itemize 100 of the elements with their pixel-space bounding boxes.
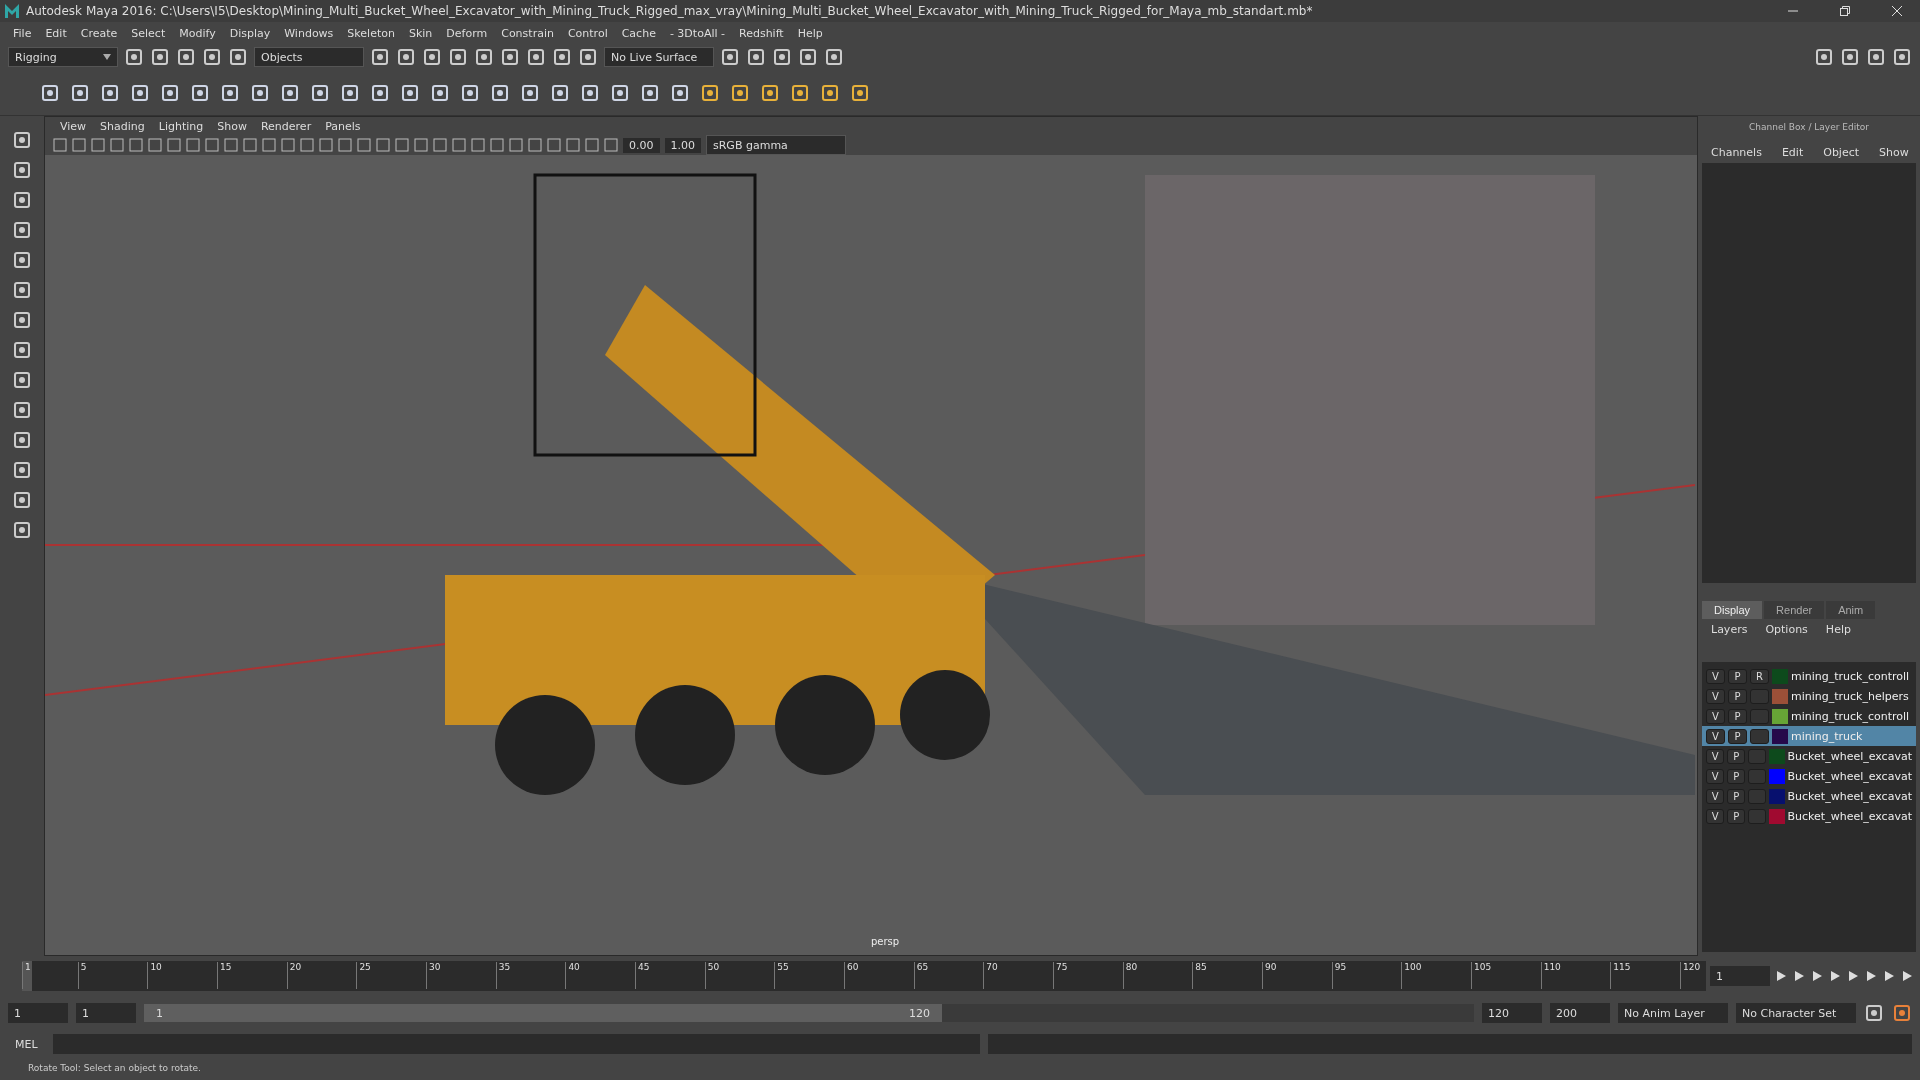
layer-row[interactable]: V P Bucket_wheel_excavat: [1702, 806, 1916, 826]
range-slider[interactable]: 1 120: [144, 1004, 942, 1022]
menu-item[interactable]: Skin: [401, 26, 440, 40]
visibility-toggle[interactable]: V: [1706, 728, 1725, 744]
viewport-menu-item[interactable]: View: [53, 119, 94, 133]
command-input[interactable]: [52, 1034, 981, 1054]
playback-toggle[interactable]: P: [1727, 808, 1746, 824]
layer-editor-tab[interactable]: Anim: [1826, 601, 1876, 619]
layer-row[interactable]: V P Bucket_wheel_excavat: [1702, 766, 1916, 786]
layer-name: Bucket_wheel_excavat: [1787, 809, 1912, 823]
playback-toggle[interactable]: P: [1728, 708, 1747, 724]
layer-row[interactable]: V P mining_truck_helpers: [1702, 686, 1916, 706]
caret-icon: [103, 54, 111, 60]
visibility-toggle[interactable]: V: [1706, 668, 1725, 684]
visibility-toggle[interactable]: V: [1706, 768, 1725, 784]
channel-box-menu-item[interactable]: Edit: [1774, 146, 1811, 159]
viewport-menu-item[interactable]: Panels: [318, 119, 368, 133]
mode-dropdown[interactable]: Rigging: [8, 47, 118, 67]
playback-end-field[interactable]: 120: [1482, 1003, 1542, 1023]
playback-control-icon[interactable]: [1792, 969, 1806, 983]
playback-toggle[interactable]: P: [1728, 668, 1747, 684]
menu-item[interactable]: Skeleton: [340, 26, 402, 40]
layer-row[interactable]: V P R mining_truck_controll: [1702, 666, 1916, 686]
viewport-menu-item[interactable]: Show: [210, 119, 254, 133]
layer-color-swatch[interactable]: [1769, 808, 1785, 824]
menu-item[interactable]: Constrain: [494, 26, 561, 40]
menu-item[interactable]: Edit: [38, 26, 74, 40]
range-slider-track[interactable]: 1 120: [144, 1004, 1474, 1022]
layer-editor-tab[interactable]: Render: [1764, 601, 1825, 619]
layer-color-swatch[interactable]: [1772, 668, 1788, 684]
gamma-field[interactable]: 1.00: [664, 137, 701, 153]
reference-toggle[interactable]: [1750, 728, 1769, 744]
close-icon: [1892, 6, 1902, 16]
layer-color-swatch[interactable]: [1772, 688, 1788, 704]
viewport-menu-item[interactable]: Renderer: [253, 119, 319, 133]
live-surface-field[interactable]: No Live Surface: [604, 47, 714, 67]
menu-item[interactable]: Select: [124, 26, 173, 40]
end-frame-field[interactable]: 200: [1550, 1003, 1610, 1023]
playback-control-icon[interactable]: [1774, 969, 1788, 983]
menu-item[interactable]: Cache: [614, 26, 663, 40]
visibility-toggle[interactable]: V: [1706, 808, 1725, 824]
visibility-toggle[interactable]: V: [1706, 748, 1725, 764]
menu-item[interactable]: Help: [790, 26, 830, 40]
visibility-toggle[interactable]: V: [1706, 708, 1725, 724]
playback-toggle[interactable]: P: [1727, 748, 1746, 764]
layer-row[interactable]: V P Bucket_wheel_excavat: [1702, 786, 1916, 806]
visibility-toggle[interactable]: V: [1706, 788, 1725, 804]
playback-control-icon[interactable]: [1810, 969, 1824, 983]
menu-item[interactable]: File: [6, 26, 39, 40]
menu-item[interactable]: Deform: [439, 26, 495, 40]
viewport-menu-item[interactable]: Shading: [93, 119, 152, 133]
layer-color-swatch[interactable]: [1772, 708, 1788, 724]
start-frame-field[interactable]: 1: [8, 1003, 68, 1023]
viewport-menu-item[interactable]: Lighting: [151, 119, 211, 133]
playback-control-icon[interactable]: [1864, 969, 1878, 983]
menu-item[interactable]: - 3DtoAll -: [662, 26, 732, 40]
playback-control-icon[interactable]: [1882, 969, 1896, 983]
layer-row[interactable]: V P Bucket_wheel_excavat: [1702, 746, 1916, 766]
time-slider[interactable]: 1 5 10 15 20 25 30 35 40 45 50 55 60 65 70 75 80 85 90 95 100 105 110 115 120: [22, 961, 1706, 991]
layer-menu-item[interactable]: Layers: [1704, 623, 1755, 636]
playback-toggle[interactable]: P: [1728, 728, 1747, 744]
layer-row[interactable]: V P mining_truck: [1702, 726, 1916, 746]
anim-layer-field[interactable]: No Anim Layer: [1618, 1003, 1728, 1023]
menu-item[interactable]: Modify: [172, 26, 223, 40]
layer-row[interactable]: V P mining_truck_controll: [1702, 706, 1916, 726]
frame-tick-label: 85: [1192, 962, 1207, 989]
exposure-field[interactable]: 0.00: [623, 137, 660, 153]
playback-toggle[interactable]: P: [1727, 768, 1746, 784]
channel-box-menu-item[interactable]: Show: [1872, 146, 1916, 159]
layer-color-swatch[interactable]: [1769, 788, 1785, 804]
channel-box-menu-item[interactable]: Channels: [1704, 146, 1769, 159]
window-title: Autodesk Maya 2016: C:\Users\I5\Desktop\Mining_Multi_Bucket_Wheel_Excavator_with_Mining_Truck_Rigged_max_vray\Mining_Multi_Bucket_Wheel_Excavator_with_Mining_Truck_Rigged_for_Maya_mb_standart.mb*: [26, 4, 1314, 18]
menu-item[interactable]: Windows: [277, 26, 341, 40]
selection-mode-field[interactable]: Objects: [254, 47, 364, 67]
layer-color-swatch[interactable]: [1772, 728, 1788, 744]
reference-toggle[interactable]: R: [1750, 668, 1769, 684]
color-space-dropdown[interactable]: sRGB gamma: [706, 135, 846, 155]
command-language-label[interactable]: MEL: [8, 1037, 45, 1051]
character-set-field[interactable]: No Character Set: [1736, 1003, 1856, 1023]
menu-item[interactable]: Create: [73, 26, 125, 40]
visibility-toggle[interactable]: V: [1706, 688, 1725, 704]
playback-start-field[interactable]: 1: [76, 1003, 136, 1023]
frame-tick-label: 25: [356, 962, 371, 989]
layer-menu-item[interactable]: Options: [1758, 623, 1815, 636]
channel-box-menu-item[interactable]: Object: [1816, 146, 1867, 159]
layer-menu-item[interactable]: Help: [1818, 623, 1858, 636]
playback-toggle[interactable]: P: [1728, 688, 1747, 704]
layer-color-swatch[interactable]: [1769, 748, 1785, 764]
app-logo-icon: [4, 3, 20, 19]
playback-toggle[interactable]: P: [1727, 788, 1746, 804]
playback-control-icon[interactable]: [1828, 969, 1842, 983]
layer-color-swatch[interactable]: [1769, 768, 1785, 784]
playback-control-icon[interactable]: [1900, 969, 1914, 983]
playback-control-icon[interactable]: [1846, 969, 1860, 983]
restore-icon: [1840, 6, 1850, 16]
layer-editor-tab[interactable]: Display: [1702, 601, 1763, 619]
current-frame-field[interactable]: 1: [1710, 966, 1770, 986]
menu-item[interactable]: Control: [560, 26, 615, 40]
menu-item[interactable]: Redshift: [732, 26, 791, 40]
menu-item[interactable]: Display: [222, 26, 278, 40]
